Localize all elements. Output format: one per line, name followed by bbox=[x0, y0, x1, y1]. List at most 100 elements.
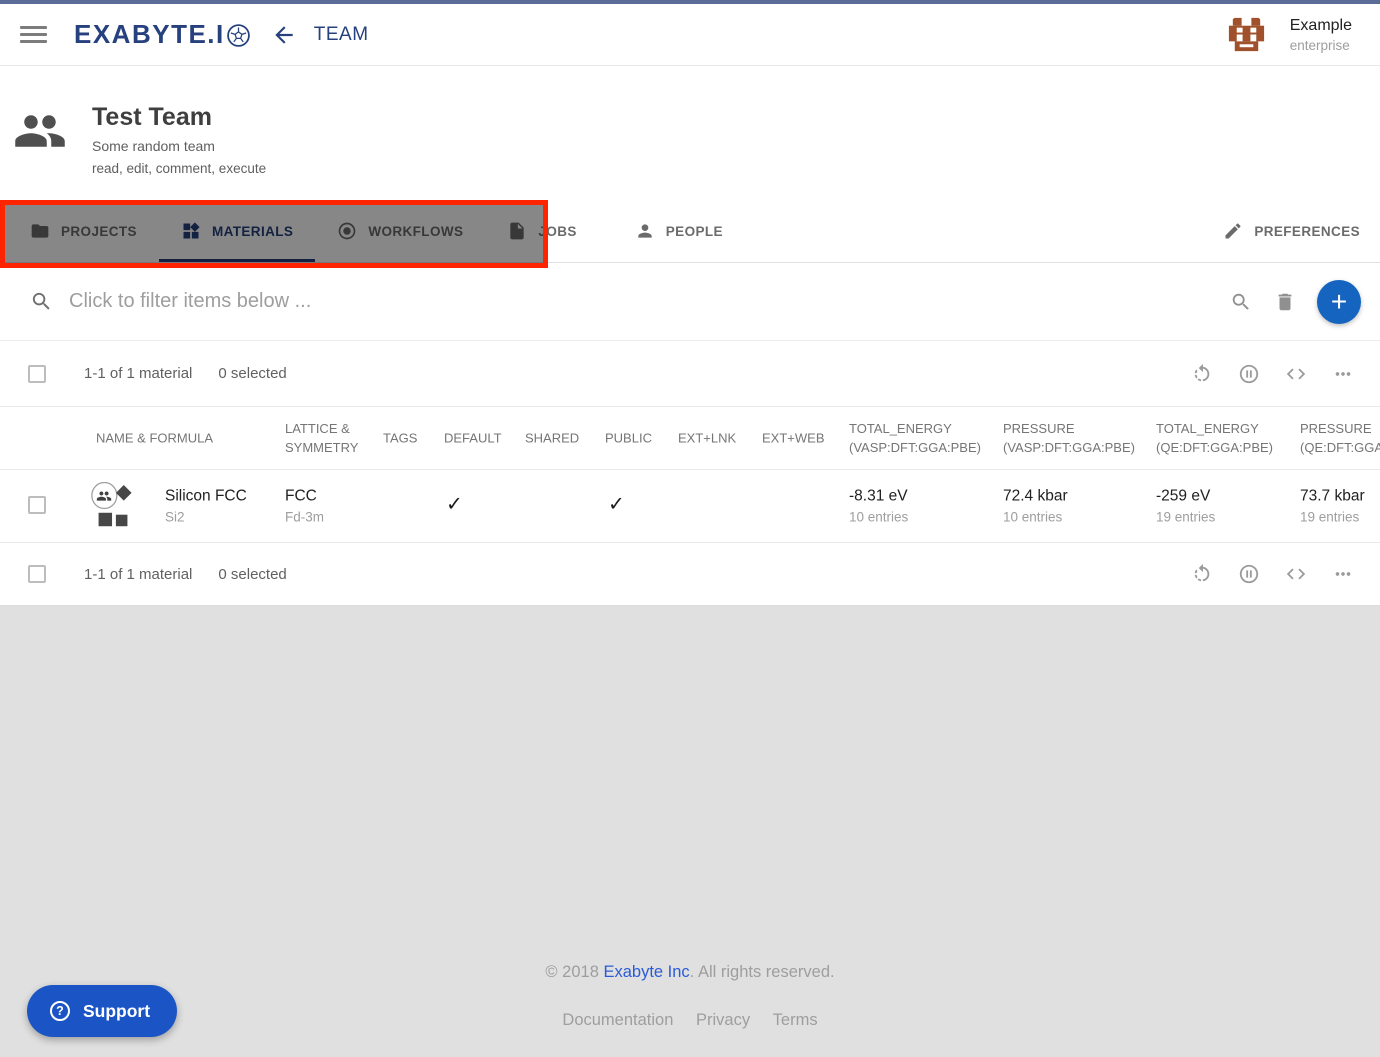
column-name-formula[interactable]: NAME & FORMULA bbox=[96, 429, 213, 448]
filter-bar: + bbox=[0, 263, 1380, 341]
tab-jobs[interactable]: JOBS bbox=[485, 200, 598, 262]
team-permissions: read, edit, comment, execute bbox=[92, 161, 266, 176]
column-lattice-symmetry[interactable]: LATTICE &SYMMETRY bbox=[285, 419, 358, 457]
search-icon bbox=[30, 290, 53, 313]
code-icon[interactable] bbox=[1285, 363, 1307, 385]
more-icon[interactable] bbox=[1332, 363, 1354, 385]
widgets-icon bbox=[181, 221, 201, 241]
column-public[interactable]: PUBLIC bbox=[605, 429, 652, 448]
row-checkbox[interactable] bbox=[28, 496, 46, 514]
logo-text: EXABYTE.I bbox=[74, 19, 225, 50]
add-material-button[interactable]: + bbox=[1317, 280, 1361, 324]
rotate-left-icon[interactable] bbox=[1191, 363, 1213, 385]
filter-actions: + bbox=[1208, 280, 1380, 324]
team-name: Test Team bbox=[92, 103, 212, 132]
menu-icon[interactable] bbox=[20, 22, 47, 47]
select-all-checkbox[interactable] bbox=[28, 365, 46, 383]
tab-materials-label: MATERIALS bbox=[212, 224, 293, 239]
user-menu[interactable]: Example enterprise bbox=[1225, 13, 1380, 56]
tab-preferences-label: PREFERENCES bbox=[1254, 224, 1360, 239]
user-avatar bbox=[1225, 13, 1268, 56]
cell-pressure-qe: 73.7 kbar 19 entries bbox=[1300, 488, 1365, 525]
column-ext-lnk[interactable]: EXT+LNK bbox=[678, 429, 736, 448]
selection-actions bbox=[1166, 363, 1380, 385]
logo-ball-icon bbox=[226, 23, 251, 48]
column-shared[interactable]: SHARED bbox=[525, 429, 579, 448]
file-icon bbox=[507, 221, 527, 241]
pause-circle-icon[interactable] bbox=[1238, 563, 1260, 585]
material-formula: Si2 bbox=[165, 510, 247, 525]
tab-projects-label: PROJECTS bbox=[61, 224, 137, 239]
svg-text:?: ? bbox=[56, 1004, 64, 1018]
material-name: Silicon FCC bbox=[165, 488, 247, 506]
table-header: NAME & FORMULA LATTICE &SYMMETRY TAGS DE… bbox=[0, 407, 1380, 470]
column-total-energy-vasp[interactable]: TOTAL_ENERGY(VASP:DFT:GGA:PBE) bbox=[849, 419, 981, 457]
select-all-checkbox-bottom[interactable] bbox=[28, 565, 46, 583]
footer-area: © 2018 Exabyte Inc. All rights reserved.… bbox=[0, 606, 1380, 1057]
material-thumbnail-icon bbox=[89, 482, 137, 532]
pause-circle-icon[interactable] bbox=[1238, 363, 1260, 385]
tab-workflows[interactable]: WORKFLOWS bbox=[315, 200, 485, 262]
tab-materials[interactable]: MATERIALS bbox=[159, 200, 315, 262]
tab-workflows-label: WORKFLOWS bbox=[368, 224, 463, 239]
copyright-line: © 2018 Exabyte Inc. All rights reserved. bbox=[0, 963, 1380, 982]
page-title: TEAM bbox=[314, 24, 369, 46]
radio-checked-icon bbox=[337, 221, 357, 241]
cell-total-energy-vasp: -8.31 eV 10 entries bbox=[849, 488, 908, 525]
more-icon[interactable] bbox=[1332, 563, 1354, 585]
material-symmetry: Fd-3m bbox=[285, 510, 324, 525]
column-total-energy-qe[interactable]: TOTAL_ENERGY(QE:DFT:GGA:PBE) bbox=[1156, 419, 1273, 457]
selection-bar-bottom: 1-1 of 1 material 0 selected bbox=[0, 543, 1380, 606]
pagination-range-bottom: 1-1 of 1 material bbox=[84, 566, 192, 583]
copyright-prefix: © 2018 bbox=[545, 963, 603, 981]
filter-input[interactable] bbox=[69, 290, 769, 313]
tab-bar: PROJECTS MATERIALS WORKFLOWS JOBS PEOPLE… bbox=[0, 200, 1380, 263]
documentation-link[interactable]: Documentation bbox=[562, 1011, 673, 1029]
column-ext-web[interactable]: EXT+WEB bbox=[762, 429, 825, 448]
tab-projects[interactable]: PROJECTS bbox=[8, 200, 159, 262]
terms-link[interactable]: Terms bbox=[773, 1011, 818, 1029]
footer-links: Documentation Privacy Terms bbox=[0, 1011, 1380, 1030]
cell-name-formula: Silicon FCC Si2 bbox=[165, 488, 247, 525]
public-checkmark: ✓ bbox=[608, 492, 625, 517]
column-pressure-vasp[interactable]: PRESSURE(VASP:DFT:GGA:PBE) bbox=[1003, 419, 1135, 457]
privacy-link[interactable]: Privacy bbox=[696, 1011, 750, 1029]
support-label: Support bbox=[83, 1001, 150, 1022]
folder-icon bbox=[30, 221, 50, 241]
column-pressure-qe[interactable]: PRESSURE(QE:DFT:GGA:PBE) bbox=[1300, 419, 1380, 457]
app-bar: EXABYTE.I TEAM bbox=[0, 4, 1380, 66]
person-icon bbox=[635, 221, 655, 241]
app-window: EXABYTE.I TEAM bbox=[0, 0, 1380, 1057]
code-icon[interactable] bbox=[1285, 563, 1307, 585]
table-row[interactable]: Silicon FCC Si2 FCC Fd-3m ✓ ✓ -8.31 eV 1… bbox=[0, 470, 1380, 543]
selection-bar-top: 1-1 of 1 material 0 selected bbox=[0, 341, 1380, 407]
team-description: Some random team bbox=[92, 138, 215, 154]
tab-jobs-label: JOBS bbox=[538, 224, 576, 239]
company-link[interactable]: Exabyte Inc bbox=[603, 963, 689, 981]
pagination-range: 1-1 of 1 material bbox=[84, 365, 192, 382]
selected-count: 0 selected bbox=[218, 365, 286, 382]
column-tags[interactable]: TAGS bbox=[383, 429, 417, 448]
tab-preferences[interactable]: PREFERENCES bbox=[1201, 200, 1380, 262]
exabyte-logo[interactable]: EXABYTE.I bbox=[74, 19, 251, 50]
material-lattice: FCC bbox=[285, 488, 324, 506]
column-default[interactable]: DEFAULT bbox=[444, 429, 502, 448]
selection-actions-bottom bbox=[1166, 563, 1380, 585]
default-checkmark: ✓ bbox=[446, 492, 463, 517]
team-header: Test Team Some random team read, edit, c… bbox=[0, 66, 1380, 200]
help-icon: ? bbox=[48, 999, 72, 1023]
tab-spacer bbox=[745, 200, 1201, 262]
back-arrow-icon[interactable] bbox=[271, 22, 297, 48]
cell-lattice-symmetry: FCC Fd-3m bbox=[285, 488, 324, 525]
search-action-icon[interactable] bbox=[1230, 291, 1252, 313]
pencil-icon bbox=[1223, 221, 1243, 241]
rotate-left-icon[interactable] bbox=[1191, 563, 1213, 585]
tab-people[interactable]: PEOPLE bbox=[613, 200, 745, 262]
user-name: Example bbox=[1290, 17, 1352, 35]
cell-pressure-vasp: 72.4 kbar 10 entries bbox=[1003, 488, 1068, 525]
user-plan: enterprise bbox=[1290, 38, 1352, 53]
team-group-icon bbox=[13, 104, 67, 158]
support-button[interactable]: ? Support bbox=[27, 985, 177, 1037]
copyright-suffix: . All rights reserved. bbox=[690, 963, 835, 981]
trash-icon[interactable] bbox=[1274, 291, 1296, 313]
